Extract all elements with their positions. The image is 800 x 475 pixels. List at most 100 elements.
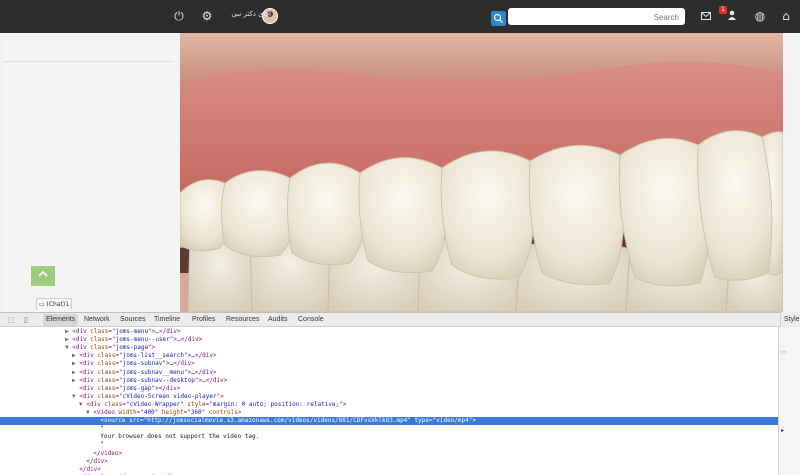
dom-token-tag: </div> <box>180 336 203 344</box>
dom-token-val: 360 <box>190 409 202 416</box>
dom-token-attr: class <box>90 336 109 344</box>
dom-token-attr: type <box>414 417 429 425</box>
dom-token-txt: " <box>100 441 104 449</box>
dom-token-attr: controls <box>208 409 238 416</box>
tab-console[interactable]: Console <box>298 316 324 323</box>
home-icon[interactable]: ⌂ <box>778 8 794 24</box>
dom-token-val: http://jomsocialmovie.s3.amazonaws.com/v… <box>147 417 408 425</box>
dom-token-tag: <div <box>79 368 98 376</box>
dom-token-attr: class <box>97 352 116 360</box>
dom-token-tag: </div> <box>194 352 217 360</box>
dom-token-tag: <div <box>86 400 105 408</box>
dom-token-tag: " <box>407 417 415 425</box>
video-frame-dental-photo[interactable] <box>180 33 783 312</box>
dom-node-selected[interactable]: <source src="http://jomsocialmovie.s3.am… <box>0 417 778 426</box>
dom-token-tag: =" <box>115 384 123 392</box>
user-name[interactable]: آقای دکتر نبی <box>229 10 271 18</box>
dom-token-val: joms-menu <box>115 328 149 335</box>
styles-panel[interactable]: ▭ ▸ <box>778 327 800 475</box>
dom-token-tag: =" <box>205 400 213 408</box>
dom-token-val: cVideo-Wrapper <box>129 400 181 408</box>
dom-token-tag: "> <box>468 417 476 425</box>
tab-audits[interactable]: Audits <box>268 316 287 323</box>
tab-network[interactable]: Network <box>84 316 110 323</box>
chat-icon: ▭ <box>38 301 45 308</box>
tab-sources[interactable]: Sources <box>120 316 146 323</box>
gear-icon[interactable]: ⚙ <box>199 8 215 24</box>
tab-resources[interactable]: Resources <box>226 316 259 323</box>
teeth-image <box>180 33 783 312</box>
dom-token-tag: </div> <box>79 465 101 473</box>
dom-token-tag: <div <box>72 344 91 352</box>
dom-token-attr: class <box>104 400 123 408</box>
dom-token-val: joms-subnav--desktop <box>122 376 195 384</box>
dom-token-tag: <div <box>79 352 98 360</box>
styles-toggle[interactable]: ▸ <box>781 427 784 434</box>
scroll-top-button[interactable] <box>31 266 55 286</box>
mail-icon[interactable] <box>698 8 714 24</box>
dom-token-tag: <video <box>93 409 119 416</box>
dom-token-val: video/mp4 <box>436 417 469 425</box>
dom-token-attr: class <box>97 392 116 400</box>
dom-token-attr: class <box>97 376 116 384</box>
dom-tree[interactable]: ▶ <div class="joms-menu">…</div> ▶ <div c… <box>0 327 778 475</box>
dom-token-val: joms-page <box>115 344 149 352</box>
dom-token-val: 400 <box>143 409 155 416</box>
dom-token-tag: "> <box>216 392 224 400</box>
dom-token-tag: =" <box>115 392 123 400</box>
search-input[interactable] <box>508 8 685 25</box>
search-icon <box>493 13 503 23</box>
dom-token-tag: =" <box>115 368 123 376</box>
dom-token-tag: =" <box>115 360 123 368</box>
dom-token-tag: =" <box>108 328 116 335</box>
dom-token-tag: "></div> <box>151 384 181 392</box>
dom-token-attr: width <box>118 409 137 416</box>
dom-token-tag: <div <box>72 328 91 335</box>
dom-token-tag: <div <box>79 376 98 384</box>
dom-token-tag: =" <box>136 409 144 416</box>
dom-token-val: margin: 0 auto; position: relative; <box>212 400 340 408</box>
dom-token-attr: src <box>129 417 140 425</box>
dom-token-tag: " <box>201 409 209 416</box>
dom-token-tag: "> <box>169 336 178 344</box>
device-mode-icon[interactable]: ▯ <box>24 316 28 324</box>
dom-token-tag: <div <box>79 392 98 400</box>
chat-button[interactable]: ▭ (Chat)1 <box>36 298 72 310</box>
dom-token-tag: =" <box>108 336 116 344</box>
dom-token-tag: "> <box>162 360 170 368</box>
dom-token-val: joms-menu--user <box>115 336 170 344</box>
divider <box>4 61 174 62</box>
dom-token-attr: class <box>97 368 116 376</box>
chat-label: (Chat)1 <box>46 301 70 308</box>
inspect-icon[interactable]: ⬚ <box>8 316 15 324</box>
dom-token-tag: </div> <box>205 376 228 384</box>
dom-token-tag: </video> <box>93 449 123 457</box>
dom-token-tag: <div <box>79 384 98 392</box>
dom-token-tag: <div <box>72 336 91 344</box>
globe-icon[interactable]: ◍ <box>752 8 768 24</box>
dom-token-tag: </div> <box>173 360 195 368</box>
tab-elements[interactable]: Elements <box>43 314 79 326</box>
dom-token-val: joms-subnav <box>122 360 163 368</box>
dom-token-tag: "> <box>339 400 347 408</box>
dom-token-tag: <div <box>79 360 98 368</box>
tab-profiles[interactable]: Profiles <box>192 316 215 323</box>
dom-token-tag: "> <box>194 376 203 384</box>
styles-filter[interactable]: ▭ <box>781 349 787 356</box>
dom-token-tag: </div> <box>194 368 217 376</box>
dom-token-tag: </div> <box>86 457 108 465</box>
power-icon[interactable]: ⏻ <box>171 8 187 24</box>
search-button[interactable] <box>491 11 506 26</box>
tab-styles[interactable]: Style <box>780 312 800 327</box>
dom-token-tag: =" <box>115 376 123 384</box>
dom-token-attr: class <box>97 360 116 368</box>
dom-token-attr: height <box>161 409 184 416</box>
devtools-tab-bar: ⬚ ▯ Elements Network Sources Timeline Pr… <box>0 312 800 327</box>
top-navigation-bar: ⌂ ◍ 1 آقای دکتر نبی ⚙ ⏻ <box>0 0 800 33</box>
tab-timeline[interactable]: Timeline <box>154 316 180 323</box>
dom-token-val: joms-subnav__menu <box>122 368 185 376</box>
dom-token-val: joms-list__search <box>122 352 185 360</box>
notification-badge[interactable]: 1 <box>719 6 727 14</box>
dom-token-tag: > <box>237 409 242 416</box>
dom-token-val: cVideo-Screen video-player <box>122 392 217 400</box>
